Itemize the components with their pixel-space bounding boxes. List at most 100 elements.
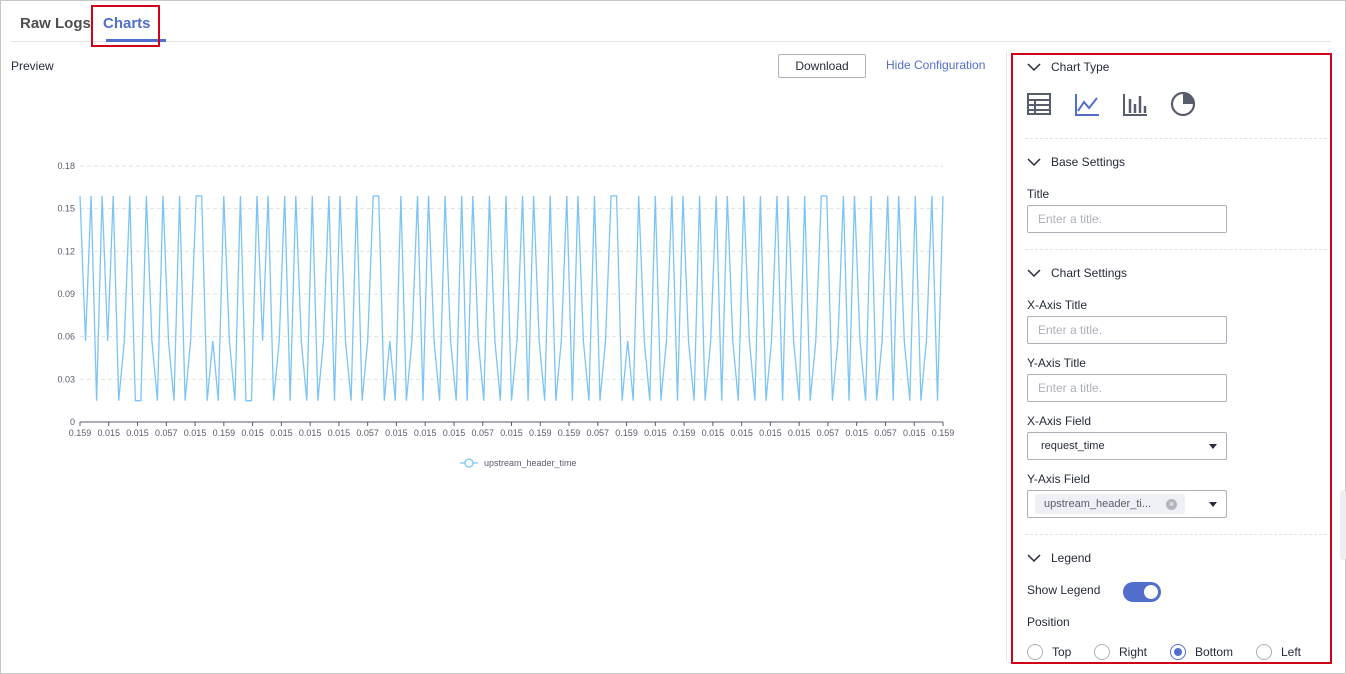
x-tick-label: 0.159 xyxy=(213,428,236,438)
x-tick-label: 0.159 xyxy=(529,428,552,438)
page-scrollbar[interactable] xyxy=(1340,490,1346,560)
radio-position-left[interactable]: Left xyxy=(1256,644,1301,660)
section-separator xyxy=(1025,534,1327,535)
legend-label: upstream_header_time xyxy=(484,458,577,468)
download-button[interactable]: Download xyxy=(778,54,866,78)
y-tick-label: 0.06 xyxy=(57,332,75,342)
x-axis-field-label: X-Axis Field xyxy=(1027,414,1092,428)
line-chart: 0 0.03 0.06 0.09 0.12 0.15 0.18 0.159 0.015 0.015… xyxy=(57,161,955,468)
x-axis-field-value: request_time xyxy=(1041,440,1105,452)
radio-circle-selected xyxy=(1170,644,1186,660)
show-legend-toggle[interactable] xyxy=(1123,582,1161,602)
radio-circle xyxy=(1094,644,1110,660)
x-tick-label: 0.015 xyxy=(184,428,207,438)
section-base-settings-header[interactable]: Base Settings xyxy=(1027,155,1125,169)
y-axis-field-chip: upstream_header_ti... × xyxy=(1035,494,1185,514)
tab-bar: Raw Logs Charts xyxy=(11,0,1331,42)
x-axis-field-select[interactable]: request_time xyxy=(1027,432,1227,460)
y-tick-label: 0.18 xyxy=(57,161,75,171)
x-tick-label: 0.015 xyxy=(299,428,322,438)
x-tick-label: 0.159 xyxy=(558,428,581,438)
y-tick-label: 0.15 xyxy=(57,204,75,214)
x-tick-label: 0.015 xyxy=(414,428,437,438)
caret-down-icon xyxy=(1209,444,1217,449)
x-tick-label: 0.015 xyxy=(845,428,868,438)
toggle-knob xyxy=(1144,585,1158,599)
radio-position-right[interactable]: Right xyxy=(1094,644,1147,660)
x-tick-label: 0.015 xyxy=(328,428,351,438)
y-tick-label: 0.09 xyxy=(57,289,75,299)
x-tick-label: 0.057 xyxy=(356,428,379,438)
configuration-panel: Chart Type Base Settings Title Chart Set… xyxy=(1011,53,1332,664)
radio-label: Right xyxy=(1119,645,1148,659)
preview-label: Preview xyxy=(11,59,54,73)
y-axis-field-chip-label: upstream_header_ti... xyxy=(1044,498,1152,510)
show-legend-label: Show Legend xyxy=(1027,583,1101,597)
x-tick-label: 0.015 xyxy=(500,428,523,438)
x-tick-label: 0.057 xyxy=(817,428,840,438)
y-axis-title-input[interactable] xyxy=(1027,374,1227,402)
charts-tab-highlight-box xyxy=(91,5,160,47)
pie-chart-icon[interactable] xyxy=(1170,91,1196,117)
title-field-label: Title xyxy=(1027,187,1050,201)
x-tick-label: 0.159 xyxy=(615,428,638,438)
table-icon[interactable] xyxy=(1026,91,1052,117)
x-tick-label: 0.159 xyxy=(69,428,92,438)
line-chart-icon[interactable] xyxy=(1074,91,1100,117)
x-tick-label: 0.015 xyxy=(702,428,725,438)
y-axis-field-select[interactable]: upstream_header_ti... × xyxy=(1027,490,1227,518)
radio-position-top[interactable]: Top xyxy=(1027,644,1071,660)
series-line-upstream-header-time xyxy=(79,195,944,402)
radio-label: Left xyxy=(1281,645,1302,659)
x-tick-label: 0.159 xyxy=(932,428,955,438)
x-tick-label: 0.057 xyxy=(155,428,178,438)
bar-chart-icon[interactable] xyxy=(1122,91,1148,117)
y-tick-label: 0.12 xyxy=(57,246,75,256)
x-tick-label: 0.015 xyxy=(241,428,264,438)
radio-label: Top xyxy=(1052,645,1072,659)
radio-position-bottom[interactable]: Bottom xyxy=(1170,644,1233,660)
x-tick-label: 0.015 xyxy=(443,428,466,438)
x-tick-label: 0.015 xyxy=(788,428,811,438)
section-separator xyxy=(1025,249,1327,250)
x-tick-label: 0.015 xyxy=(270,428,293,438)
y-tick-label: 0 xyxy=(70,417,75,427)
x-tick-label: 0.015 xyxy=(644,428,667,438)
title-input[interactable] xyxy=(1027,205,1227,233)
tab-raw-logs[interactable]: Raw Logs xyxy=(20,15,91,32)
chevron-down-icon xyxy=(1027,158,1041,167)
x-tick-label: 0.015 xyxy=(903,428,926,438)
legend-marker-icon xyxy=(464,458,474,468)
x-tick-label: 0.015 xyxy=(759,428,782,438)
section-legend-title: Legend xyxy=(1051,551,1092,565)
x-tick-label: 0.015 xyxy=(385,428,408,438)
x-axis-title-label: X-Axis Title xyxy=(1027,298,1088,312)
chevron-down-icon xyxy=(1027,554,1041,563)
radio-label: Bottom xyxy=(1195,645,1234,659)
section-chart-settings-title: Chart Settings xyxy=(1051,266,1128,280)
radio-circle xyxy=(1027,644,1043,660)
panel-divider xyxy=(1006,52,1007,662)
section-separator xyxy=(1025,138,1327,139)
y-tick-label: 0.03 xyxy=(57,374,75,384)
legend-position-label: Position xyxy=(1027,615,1070,629)
section-chart-type-header[interactable]: Chart Type xyxy=(1027,60,1109,74)
caret-down-icon xyxy=(1209,502,1217,507)
chevron-down-icon xyxy=(1027,269,1041,278)
x-tick-label: 0.057 xyxy=(587,428,610,438)
x-tick-label: 0.057 xyxy=(874,428,897,438)
radio-circle xyxy=(1256,644,1272,660)
x-tick-label: 0.015 xyxy=(730,428,753,438)
x-tick-label: 0.159 xyxy=(673,428,696,438)
x-tick-label: 0.015 xyxy=(98,428,121,438)
section-base-settings-title: Base Settings xyxy=(1051,155,1126,169)
y-axis-title-label: Y-Axis Title xyxy=(1027,356,1086,370)
section-legend-header[interactable]: Legend xyxy=(1027,551,1091,565)
y-axis-field-label: Y-Axis Field xyxy=(1027,472,1090,486)
section-chart-settings-header[interactable]: Chart Settings xyxy=(1027,266,1127,280)
chevron-down-icon xyxy=(1027,63,1041,72)
x-axis-title-input[interactable] xyxy=(1027,316,1227,344)
hide-configuration-link[interactable]: Hide Configuration xyxy=(886,58,985,72)
section-chart-type-title: Chart Type xyxy=(1051,60,1110,74)
chip-remove-icon[interactable]: × xyxy=(1166,499,1177,510)
